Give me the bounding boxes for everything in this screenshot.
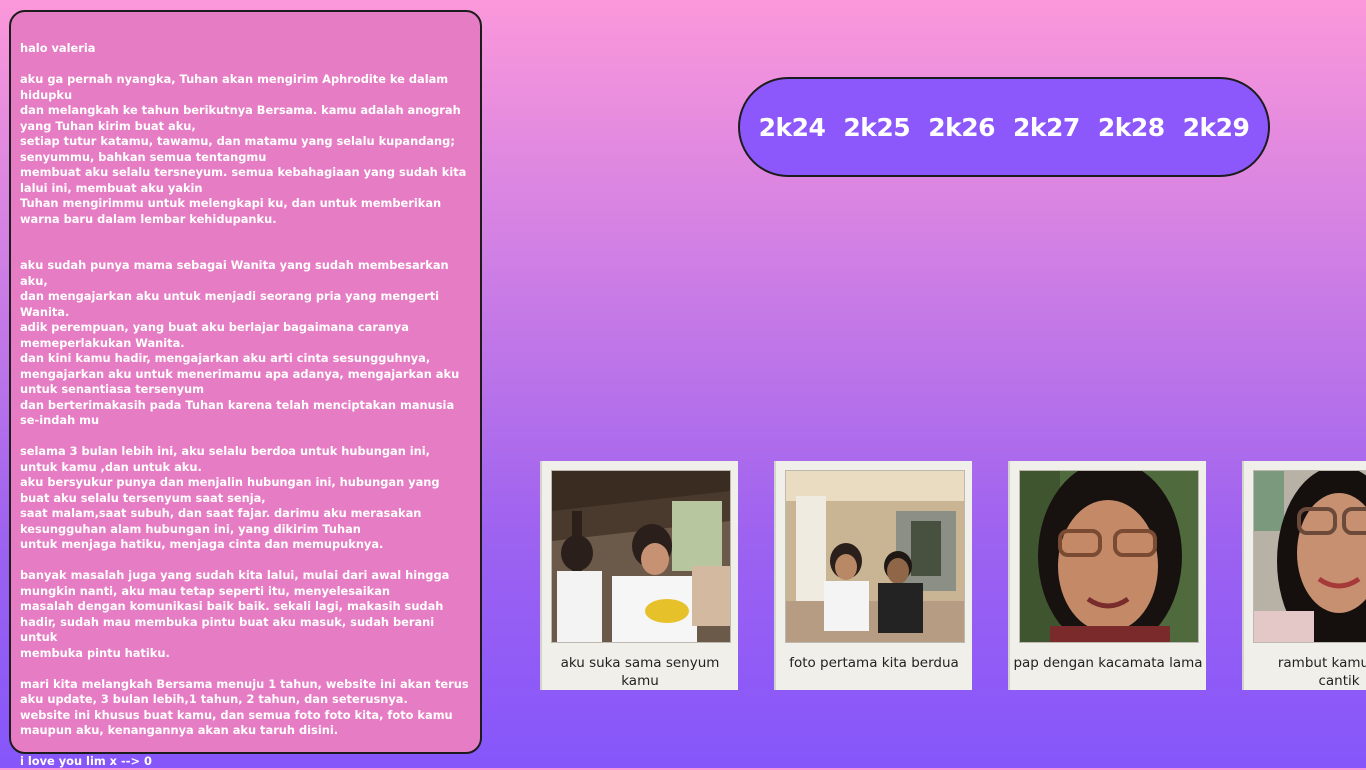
year-link-2k25[interactable]: 2k25 [834, 113, 919, 142]
photo-caption: pap dengan kacamata lama [1013, 655, 1203, 671]
letter-line: dan kini kamu hadir, mengajarkan aku art… [20, 351, 460, 396]
year-link-2k26[interactable]: 2k26 [919, 113, 1004, 142]
photo [1253, 470, 1366, 643]
letter-paragraph-1: aku ga pernah nyangka, Tuhan akan mengir… [20, 72, 471, 227]
letter-paragraph-4: banyak masalah juga yang sudah kita lalu… [20, 568, 471, 661]
photo-card[interactable]: pap dengan kacamata lama [1008, 461, 1206, 690]
letter-line: untuk menjaga hatiku, menjaga cinta dan … [20, 537, 384, 551]
photo-card[interactable]: aku suka sama senyum kamu [540, 461, 738, 690]
letter-line: adik perempuan, yang buat aku berlajar b… [20, 320, 409, 350]
letter-greeting: halo valeria [20, 41, 96, 55]
letter-line: saat malam,saat subuh, dan saat fajar. d… [20, 506, 422, 536]
letter-line: masalah dengan komunikasi baik baik. sek… [20, 599, 444, 644]
photo-caption: rambut kamu tem cantik [1277, 655, 1366, 689]
letter-line: mari kita melangkah Bersama menuju 1 tah… [20, 676, 469, 707]
letter-paragraph-2: aku sudah punya mama sebagai Wanita yang… [20, 258, 471, 429]
letter-paragraph-5: mari kita melangkah Bersama menuju 1 tah… [20, 677, 471, 739]
year-link-2k24[interactable]: 2k24 [750, 113, 835, 142]
letter-line: aku ga pernah nyangka, Tuhan akan mengir… [20, 72, 449, 102]
photo-card[interactable]: foto pertama kita berdua [774, 461, 972, 690]
year-link-2k28[interactable]: 2k28 [1089, 113, 1174, 142]
letter-line: dan berterimakasih pada Tuhan karena tel… [20, 397, 455, 428]
letter-line: aku bersyukur punya dan menjalin hubunga… [20, 475, 440, 505]
year-link-2k29[interactable]: 2k29 [1174, 113, 1259, 142]
year-navigation: 2k24 2k25 2k26 2k27 2k28 2k29 [738, 77, 1270, 177]
letter-line: aku sudah punya mama sebagai Wanita yang… [20, 258, 449, 288]
photo [785, 470, 965, 643]
letter-line: setiap tutur katamu, tawamu, dan matamu … [20, 134, 455, 164]
letter-line: dan mengajarkan aku untuk menjadi seoran… [20, 289, 440, 319]
letter-line: dan melangkah ke tahun berikutnya Bersam… [20, 103, 461, 133]
photo [1019, 470, 1199, 643]
photo-caption: foto pertama kita berdua [789, 655, 959, 671]
letter-line: membuka pintu hatiku. [20, 645, 170, 660]
letter-line: Tuhan mengirimmu untuk melengkapi ku, da… [20, 196, 442, 226]
letter-paragraph-3: selama 3 bulan lebih ini, aku selalu ber… [20, 444, 471, 553]
letter-line: selama 3 bulan lebih ini, aku selalu ber… [20, 444, 431, 474]
letter-closing: i love you lim x --> 0 [20, 754, 152, 768]
letter-line: membuat aku selalu tersneyum. semua keba… [20, 165, 467, 195]
love-letter-panel: halo valeria aku ga pernah nyangka, Tuha… [9, 10, 482, 768]
photo-card[interactable]: rambut kamu tem cantik [1242, 461, 1366, 690]
photo-caption: aku suka sama senyum kamu [560, 655, 720, 689]
letter-line: banyak masalah juga yang sudah kita lalu… [20, 568, 450, 598]
photo-gallery[interactable]: aku suka sama senyum kamu foto pertama k… [540, 461, 1366, 691]
photo [551, 470, 731, 643]
letter-line: website ini khusus buat kamu, dan semua … [20, 707, 453, 738]
year-link-2k27[interactable]: 2k27 [1004, 113, 1089, 142]
